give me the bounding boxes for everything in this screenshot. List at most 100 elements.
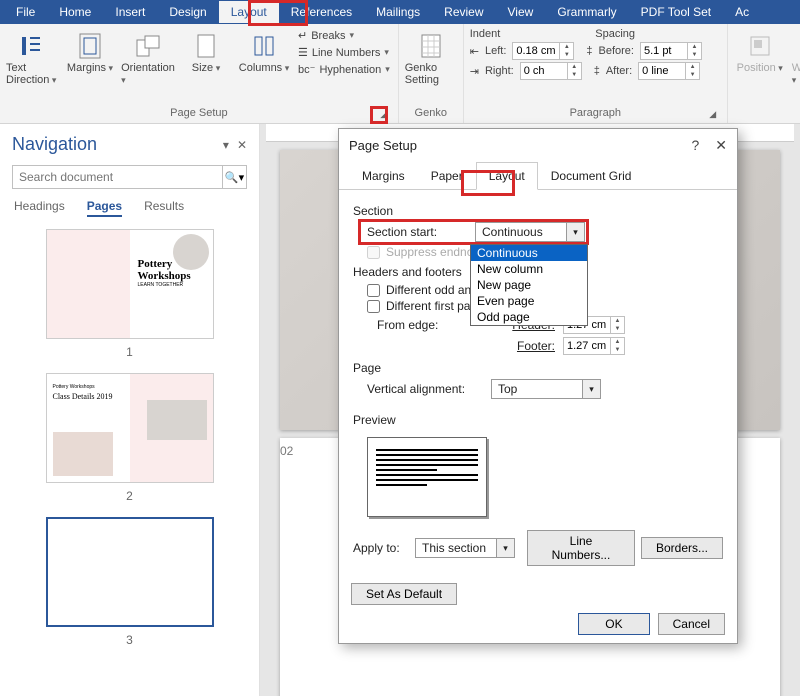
columns-icon <box>250 32 278 60</box>
apply-to-combo[interactable]: This section▾ <box>415 538 515 558</box>
wrap-text-button: Wrap Text <box>792 28 800 86</box>
page-thumb-2[interactable]: Pottery WorkshopsClass Details 2019 <box>46 373 214 483</box>
genko-setting-button[interactable]: Genko Setting <box>405 28 457 86</box>
apply-to-label: Apply to: <box>353 541 409 555</box>
indent-left-icon: ⇤ <box>470 45 479 58</box>
dropdown-option-continuous[interactable]: Continuous <box>471 245 587 261</box>
spacing-after-label: After: <box>606 65 632 77</box>
section-start-combo[interactable]: Continuous▾ <box>475 222 585 242</box>
ok-button[interactable]: OK <box>578 613 649 635</box>
breaks-label: Breaks <box>311 30 345 42</box>
menu-layout[interactable]: Layout <box>219 1 279 23</box>
menu-references[interactable]: References <box>279 1 364 23</box>
chevron-down-icon[interactable]: ▾ <box>496 539 514 557</box>
menubar: File Home Insert Design Layout Reference… <box>0 0 800 24</box>
line-numbers-dialog-button[interactable]: Line Numbers... <box>527 530 635 566</box>
group-arrange: Position Wrap Text <box>728 24 800 123</box>
menu-file[interactable]: File <box>4 1 47 23</box>
page-num-3: 3 <box>12 633 247 647</box>
page-setup-dialog: Page Setup ? ✕ Margins Paper Layout Docum… <box>338 128 738 644</box>
menu-home[interactable]: Home <box>47 1 103 23</box>
dialog-title: Page Setup <box>349 138 417 153</box>
valign-combo[interactable]: Top▾ <box>491 379 601 399</box>
menu-insert[interactable]: Insert <box>103 1 157 23</box>
chevron-down-icon[interactable]: ▾ <box>566 223 584 241</box>
indent-right-input[interactable]: ▲▼ <box>520 62 582 80</box>
dropdown-option-odd-page[interactable]: Odd page <box>471 309 587 325</box>
position-label: Position <box>737 62 783 74</box>
line-numbers-button[interactable]: ☰Line Numbers <box>296 45 392 60</box>
nav-menu-caret-icon[interactable]: ▾ <box>223 138 229 152</box>
orientation-button[interactable]: Orientation <box>122 28 174 86</box>
dropdown-option-even-page[interactable]: Even page <box>471 293 587 309</box>
position-button: Position <box>734 28 786 74</box>
set-default-button[interactable]: Set As Default <box>351 583 457 605</box>
dropdown-option-new-column[interactable]: New column <box>471 261 587 277</box>
valign-label: Vertical alignment: <box>367 382 483 396</box>
nav-close-icon[interactable]: ✕ <box>237 138 247 152</box>
wrap-text-label: Wrap Text <box>792 62 800 86</box>
hyphenation-button[interactable]: bc⁻ Hyphenation <box>296 62 392 77</box>
group-genko: Genko Setting Genko <box>399 24 464 123</box>
page-num-1: 1 <box>12 345 247 359</box>
page-setup-launcher[interactable]: ◢ <box>378 109 390 121</box>
line-numbers-label: Line Numbers <box>312 47 380 59</box>
search-button[interactable]: 🔍▾ <box>222 166 246 188</box>
page-marker-02: 02 <box>280 444 293 458</box>
page-thumb-1[interactable]: PotteryWorkshopsLEARN TOGETHER <box>46 229 214 339</box>
size-icon <box>192 32 220 60</box>
search-box[interactable]: 🔍▾ <box>12 165 247 189</box>
valign-value: Top <box>492 380 582 398</box>
nav-title: Navigation <box>12 134 97 155</box>
search-input[interactable] <box>13 166 222 188</box>
cancel-button[interactable]: Cancel <box>658 613 725 635</box>
diff-odd-even-checkbox[interactable] <box>367 284 380 297</box>
menu-grammarly[interactable]: Grammarly <box>545 1 628 23</box>
chevron-down-icon[interactable]: ▾ <box>582 380 600 398</box>
diff-odd-even-label: Different odd an <box>386 283 471 297</box>
margins-button[interactable]: Margins <box>64 28 116 74</box>
dialog-tab-layout[interactable]: Layout <box>476 162 538 190</box>
paragraph-launcher[interactable]: ◢ <box>707 109 719 121</box>
columns-button[interactable]: Columns <box>238 28 290 74</box>
suppress-endnotes-label: Suppress endnot <box>386 245 477 259</box>
dialog-tab-margins[interactable]: Margins <box>349 162 418 190</box>
breaks-button[interactable]: ↵Breaks <box>296 28 392 43</box>
group-page-setup: Text Direction Margins Orientation Size … <box>0 24 399 123</box>
dialog-tab-paper[interactable]: Paper <box>418 162 476 190</box>
menu-mailings[interactable]: Mailings <box>364 1 432 23</box>
menu-review[interactable]: Review <box>432 1 495 23</box>
page-num-2: 2 <box>12 489 247 503</box>
text-direction-button[interactable]: Text Direction <box>6 28 58 86</box>
hyphenation-icon: bc⁻ <box>298 63 315 76</box>
indent-left-input[interactable]: ▲▼ <box>512 42 574 60</box>
indent-right-icon: ⇥ <box>470 65 479 78</box>
page-setup-group-label: Page Setup <box>170 107 228 119</box>
diff-first-page-checkbox[interactable] <box>367 300 380 313</box>
dialog-tab-grid[interactable]: Document Grid <box>538 162 645 190</box>
menu-pdf-tool-set[interactable]: PDF Tool Set <box>629 1 723 23</box>
spacing-before-input[interactable]: ▲▼ <box>640 42 702 60</box>
nav-tab-pages[interactable]: Pages <box>87 199 122 217</box>
menu-design[interactable]: Design <box>157 1 218 23</box>
section-start-dropdown: Continuous New column New page Even page… <box>470 244 588 326</box>
dropdown-option-new-page[interactable]: New page <box>471 277 587 293</box>
footer-distance-input[interactable]: ▲▼ <box>563 337 625 355</box>
menu-view[interactable]: View <box>496 1 546 23</box>
navigation-pane: Navigation ▾✕ 🔍▾ Headings Pages Results … <box>0 124 260 696</box>
nav-tab-results[interactable]: Results <box>144 199 184 217</box>
menu-truncated[interactable]: Ac <box>723 1 761 23</box>
dialog-close-icon[interactable]: ✕ <box>715 137 727 154</box>
borders-dialog-button[interactable]: Borders... <box>641 537 723 559</box>
search-icon: 🔍 <box>225 171 239 184</box>
margins-icon <box>76 32 104 60</box>
size-button[interactable]: Size <box>180 28 232 74</box>
genko-group-label: Genko <box>405 107 457 121</box>
dialog-help-icon[interactable]: ? <box>691 137 699 154</box>
footer-label: Footer: <box>455 339 555 353</box>
page-thumb-3[interactable] <box>46 517 214 627</box>
spacing-after-input[interactable]: ▲▼ <box>638 62 700 80</box>
hyphenation-label: Hyphenation <box>319 64 381 76</box>
text-direction-label: Text Direction <box>6 62 58 86</box>
nav-tab-headings[interactable]: Headings <box>14 199 65 217</box>
